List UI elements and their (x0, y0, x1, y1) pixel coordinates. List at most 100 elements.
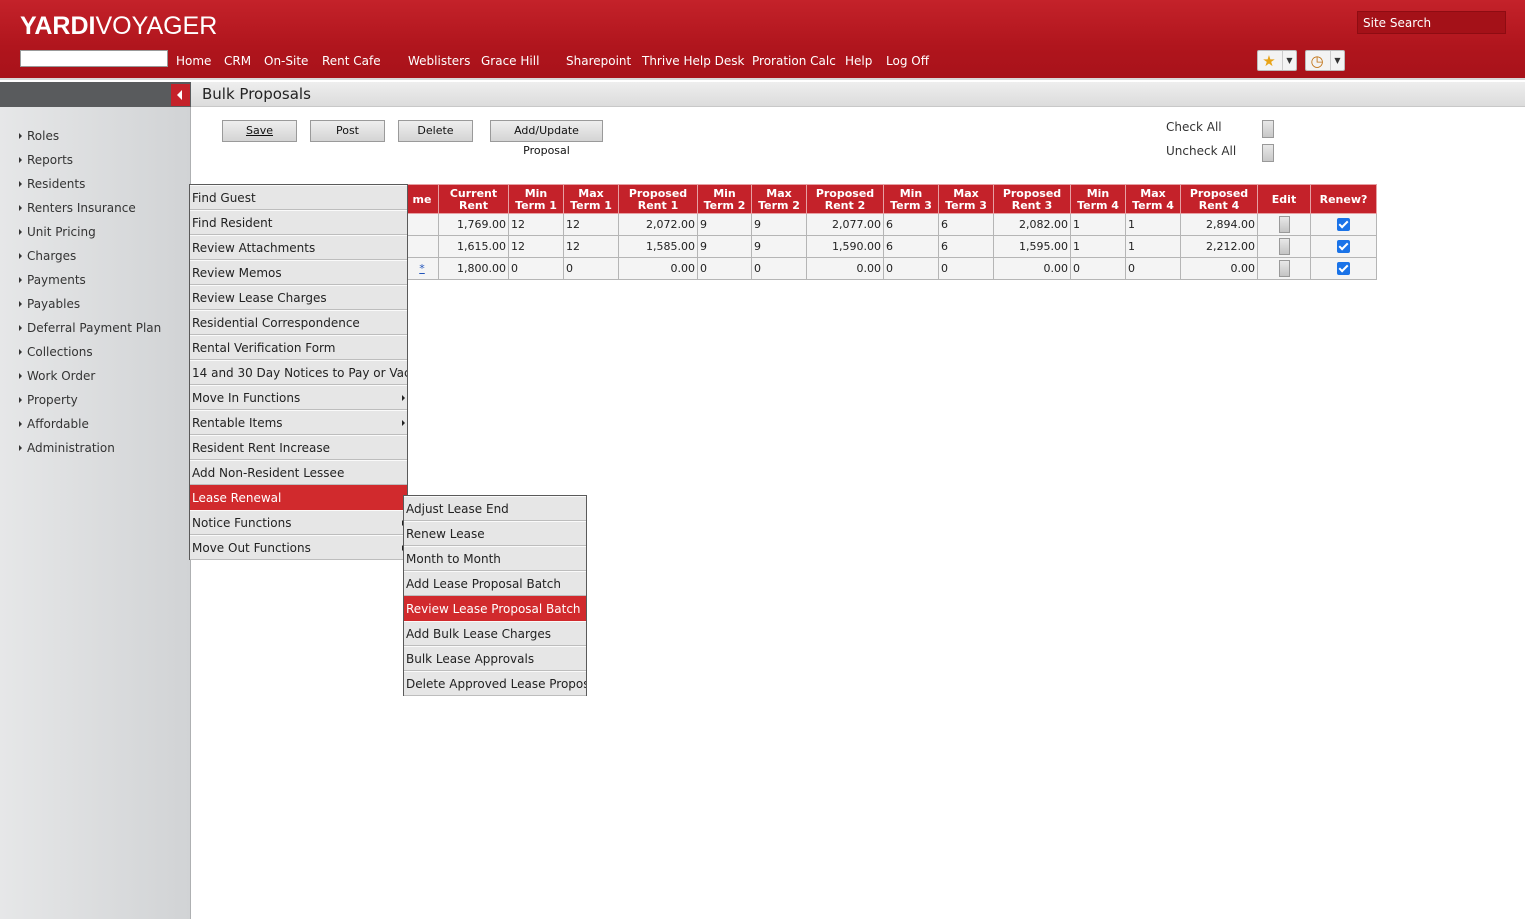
submenu-item-bulk-lease-approvals[interactable]: Bulk Lease Approvals (404, 646, 586, 671)
triangle-right-icon (19, 253, 22, 259)
menu-item-14-30-day-notices[interactable]: 14 and 30 Day Notices to Pay or Vacate (190, 360, 407, 385)
submenu-item-add-bulk-lease-charges[interactable]: Add Bulk Lease Charges (404, 621, 586, 646)
page-title-bar: Bulk Proposals (191, 82, 1525, 107)
sidebar-item-property[interactable]: Property (19, 393, 78, 407)
row-link[interactable]: * (419, 262, 425, 275)
triangle-right-icon (19, 325, 22, 331)
nav-proration-calc[interactable]: Proration Calc (752, 54, 836, 68)
nav-thrive-help-desk[interactable]: Thrive Help Desk (642, 54, 745, 68)
nav-weblisters[interactable]: Weblisters (408, 54, 470, 68)
table-row: 1,615.00 12 12 1,585.00 9 9 1,590.00 6 6… (405, 235, 1377, 258)
submenu-item-delete-approved-lease-proposals[interactable]: Delete Approved Lease Proposals (404, 671, 586, 696)
menu-item-review-attachments[interactable]: Review Attachments (190, 235, 407, 260)
menu-item-rentable-items[interactable]: Rentable Items (190, 410, 407, 435)
table-cell: 0.00 (618, 257, 698, 280)
sidebar-item-payments[interactable]: Payments (19, 273, 86, 287)
renew-checkbox[interactable] (1337, 218, 1350, 232)
table-cell: 0 (938, 257, 994, 280)
sidebar-item-affordable[interactable]: Affordable (19, 417, 89, 431)
table-cell: 2,212.00 (1180, 235, 1258, 258)
sidebar-item-unit-pricing[interactable]: Unit Pricing (19, 225, 96, 239)
table-row: 1,769.00 12 12 2,072.00 9 9 2,077.00 6 6… (405, 213, 1377, 236)
sidebar-item-charges[interactable]: Charges (19, 249, 76, 263)
uncheck-all-button[interactable] (1262, 144, 1274, 162)
renew-checkbox[interactable] (1337, 262, 1350, 276)
sidebar-item-reports[interactable]: Reports (19, 153, 73, 167)
table-cell: 1,800.00 (438, 257, 509, 280)
menu-item-find-resident[interactable]: Find Resident (190, 210, 407, 235)
edit-button[interactable] (1278, 238, 1290, 255)
sidebar-item-deferral-payment-plan[interactable]: Deferral Payment Plan (19, 321, 161, 335)
menu-item-review-memos[interactable]: Review Memos (190, 260, 407, 285)
nav-help[interactable]: Help (845, 54, 872, 68)
menu-item-rental-verification-form[interactable]: Rental Verification Form (190, 335, 407, 360)
table-cell: 0 (883, 257, 939, 280)
table-row: * 1,800.00 0 0 0.00 0 0 0.00 0 0 0.00 0 … (405, 257, 1377, 280)
table-cell: 12 (563, 213, 619, 236)
sidebar-item-roles[interactable]: Roles (19, 129, 59, 143)
add-update-proposal-button[interactable]: Add/Update Proposal (490, 120, 603, 157)
table-cell: 1 (1070, 235, 1126, 258)
favorites-button[interactable]: ★ ▼ (1257, 50, 1297, 71)
submenu-item-add-lease-proposal-batch[interactable]: Add Lease Proposal Batch (404, 571, 586, 596)
site-search-input[interactable]: Site Search (1357, 11, 1506, 34)
column-header: Min Term 4 (1070, 184, 1126, 214)
table-cell: 12 (508, 235, 564, 258)
table-cell: 0.00 (993, 257, 1071, 280)
table-cell: 6 (938, 235, 994, 258)
nav-grace-hill[interactable]: Grace Hill (481, 54, 539, 68)
property-select-input[interactable] (20, 50, 168, 67)
triangle-right-icon (19, 205, 22, 211)
menu-item-find-guest[interactable]: Find Guest (190, 185, 407, 210)
submenu-item-renew-lease[interactable]: Renew Lease (404, 521, 586, 546)
menu-item-lease-renewal[interactable]: Lease Renewal (190, 485, 407, 510)
uncheck-all-label: Uncheck All (1166, 144, 1237, 158)
history-button[interactable]: ◷ ▼ (1305, 50, 1345, 71)
nav-crm[interactable]: CRM (224, 54, 251, 68)
menu-item-move-in-functions[interactable]: Move In Functions (190, 385, 407, 410)
table-cell: 2,072.00 (618, 213, 698, 236)
sidebar-item-collections[interactable]: Collections (19, 345, 93, 359)
sidebar-item-work-order[interactable]: Work Order (19, 369, 95, 383)
column-header: Min Term 3 (883, 184, 939, 214)
nav-rent-cafe[interactable]: Rent Cafe (322, 54, 381, 68)
sidebar-item-payables[interactable]: Payables (19, 297, 80, 311)
edit-button[interactable] (1278, 260, 1290, 277)
menu-item-review-lease-charges[interactable]: Review Lease Charges (190, 285, 407, 310)
check-all-button[interactable] (1262, 120, 1274, 138)
sidebar-item-administration[interactable]: Administration (19, 441, 115, 455)
nav-sharepoint[interactable]: Sharepoint (566, 54, 631, 68)
table-cell: 12 (508, 213, 564, 236)
menu-item-residential-correspondence[interactable]: Residential Correspondence (190, 310, 407, 335)
table-cell: 0 (1125, 257, 1181, 280)
menu-item-move-out-functions[interactable]: Move Out Functions (190, 535, 407, 560)
column-header: Renew? (1310, 184, 1377, 214)
nav-on-site[interactable]: On-Site (264, 54, 308, 68)
menu-item-resident-rent-increase[interactable]: Resident Rent Increase (190, 435, 407, 460)
submenu-item-review-lease-proposal-batch[interactable]: Review Lease Proposal Batch (404, 596, 586, 621)
nav-home[interactable]: Home (176, 54, 211, 68)
delete-button[interactable]: Delete (398, 120, 473, 142)
table-cell: 2,082.00 (993, 213, 1071, 236)
sidebar-item-renters-insurance[interactable]: Renters Insurance (19, 201, 136, 215)
sidebar-item-residents[interactable]: Residents (19, 177, 85, 191)
nav-log-off[interactable]: Log Off (886, 54, 929, 68)
menu-item-notice-functions[interactable]: Notice Functions (190, 510, 407, 535)
column-header: Max Term 2 (751, 184, 807, 214)
yardi-voyager-logo[interactable]: YARDIVOYAGER (20, 12, 217, 41)
save-button[interactable]: Save (222, 120, 297, 142)
menu-item-add-non-resident-lessee[interactable]: Add Non-Resident Lessee (190, 460, 407, 485)
table-cell: 12 (563, 235, 619, 258)
table-cell (405, 213, 439, 236)
triangle-right-icon (19, 157, 22, 163)
renew-checkbox[interactable] (1337, 240, 1350, 254)
edit-button[interactable] (1278, 216, 1290, 233)
submenu-item-month-to-month[interactable]: Month to Month (404, 546, 586, 571)
post-button[interactable]: Post (310, 120, 385, 142)
column-header: Min Term 1 (508, 184, 564, 214)
check-all-label: Check All (1166, 120, 1222, 134)
collapse-sidebar-button[interactable] (171, 84, 190, 106)
submenu-item-adjust-lease-end[interactable]: Adjust Lease End (404, 496, 586, 521)
residents-dropdown-menu: Find Guest Find Resident Review Attachme… (189, 184, 408, 560)
triangle-right-icon (402, 420, 405, 426)
